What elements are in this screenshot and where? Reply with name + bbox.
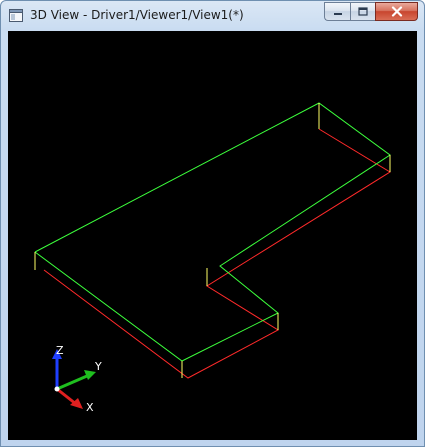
window-title: 3D View - Driver1/Viewer1/View1(*) bbox=[30, 8, 244, 22]
vertical-edges bbox=[34, 103, 391, 378]
app-window-icon bbox=[9, 9, 23, 22]
maximize-button[interactable] bbox=[350, 2, 375, 21]
triad-origin bbox=[54, 386, 60, 392]
caption-buttons bbox=[324, 2, 418, 21]
top-outline bbox=[34, 102, 391, 362]
model-wireframe: Z Y X bbox=[34, 102, 391, 414]
close-icon bbox=[391, 6, 402, 17]
x-axis-line bbox=[56, 387, 77, 406]
x-axis-label: X bbox=[86, 401, 94, 414]
minimize-button[interactable] bbox=[324, 2, 350, 21]
z-axis-label: Z bbox=[56, 344, 64, 357]
window: 3D View - Driver1/Viewer1/View1(*) Z Y X bbox=[0, 0, 425, 447]
maximize-icon bbox=[358, 7, 368, 16]
axis-triad: Z Y X bbox=[52, 344, 102, 414]
close-button[interactable] bbox=[375, 2, 418, 21]
title-bar[interactable]: 3D View - Driver1/Viewer1/View1(*) bbox=[1, 1, 424, 31]
y-axis-label: Y bbox=[94, 360, 102, 373]
3d-viewport[interactable]: Z Y X bbox=[8, 31, 417, 440]
minimize-icon bbox=[333, 12, 342, 15]
bottom-outline bbox=[43, 128, 391, 379]
y-axis-line bbox=[56, 374, 88, 391]
